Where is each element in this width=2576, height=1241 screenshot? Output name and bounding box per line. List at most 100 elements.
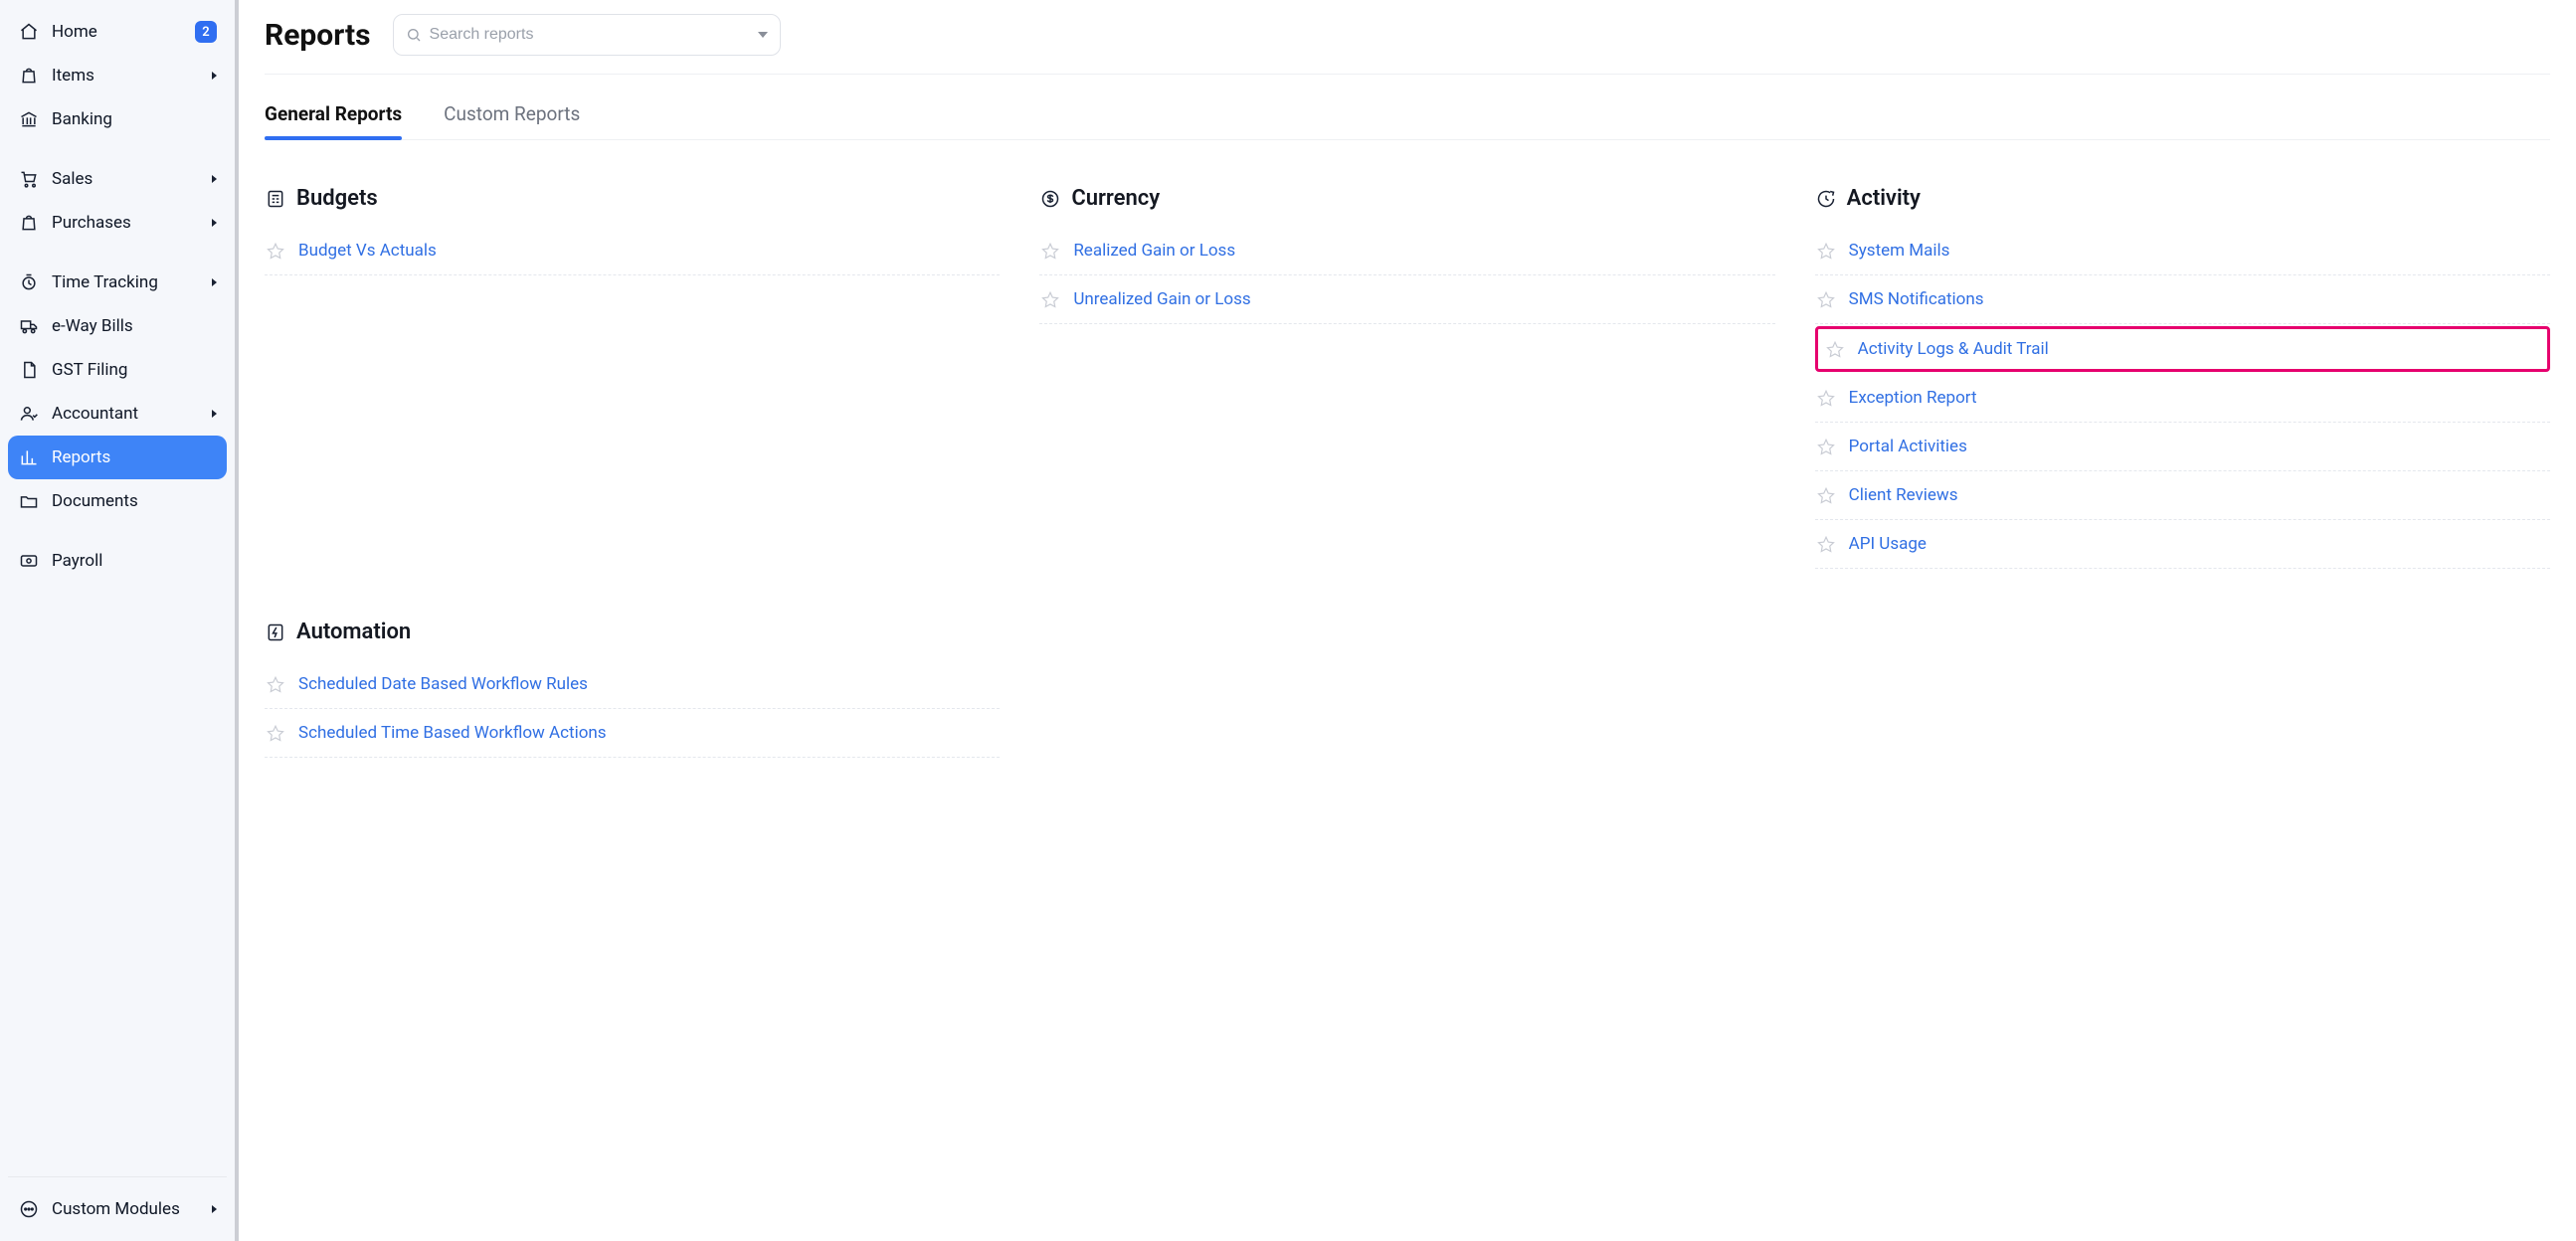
chevron-right-icon: [212, 175, 217, 183]
report-link-activity-logs[interactable]: Activity Logs & Audit Trail: [1858, 339, 2049, 359]
bar-chart-icon: [18, 446, 40, 468]
section-title: Activity: [1847, 186, 1921, 211]
sidebar-item-label: Documents: [52, 491, 217, 511]
sidebar-item-gst-filing[interactable]: GST Filing: [8, 348, 227, 392]
sidebar-item-time-tracking[interactable]: Time Tracking: [8, 261, 227, 304]
main-content: Reports General Reports Custom Reports: [239, 0, 2576, 1241]
section-automation: Automation Scheduled Date Based Workflow…: [265, 620, 1000, 758]
report-link[interactable]: SMS Notifications: [1849, 289, 1984, 309]
sidebar-item-label: Time Tracking: [52, 272, 212, 292]
search-input[interactable]: [430, 26, 750, 44]
sidebar-item-label: e-Way Bills: [52, 316, 217, 336]
report-link-row: SMS Notifications: [1815, 275, 2550, 324]
report-link-row: Portal Activities: [1815, 423, 2550, 471]
more-horizontal-icon: [18, 1198, 40, 1220]
sidebar-item-sales[interactable]: Sales: [8, 157, 227, 201]
chevron-down-icon[interactable]: [758, 32, 768, 38]
stopwatch-icon: [18, 271, 40, 293]
report-link-row-highlighted: Activity Logs & Audit Trail: [1815, 326, 2550, 372]
report-link[interactable]: Unrealized Gain or Loss: [1073, 289, 1250, 309]
clock-icon: [1815, 188, 1837, 210]
sidebar-item-label: Items: [52, 66, 212, 86]
star-icon[interactable]: [1817, 242, 1835, 260]
sidebar-item-custom-modules[interactable]: Custom Modules: [8, 1187, 227, 1231]
file-icon: [18, 359, 40, 381]
page-header: Reports: [265, 14, 2550, 75]
report-link[interactable]: Portal Activities: [1849, 437, 1967, 456]
report-link-row: Client Reviews: [1815, 471, 2550, 520]
star-icon[interactable]: [1041, 242, 1059, 260]
sidebar-item-label: Custom Modules: [52, 1199, 212, 1219]
sidebar-item-label: Home: [52, 22, 195, 42]
chevron-right-icon: [212, 410, 217, 418]
sidebar-item-reports[interactable]: Reports: [8, 436, 227, 479]
person-icon: [18, 403, 40, 425]
report-link[interactable]: Scheduled Date Based Workflow Rules: [298, 674, 588, 694]
sidebar: Home 2 Items Banking: [0, 0, 239, 1241]
section-title: Currency: [1071, 186, 1160, 211]
bag-icon: [18, 65, 40, 87]
search-icon: [406, 27, 422, 43]
report-link[interactable]: Realized Gain or Loss: [1073, 241, 1235, 261]
report-link-row: Exception Report: [1815, 374, 2550, 423]
sidebar-item-label: Sales: [52, 169, 212, 189]
sidebar-item-label: Banking: [52, 109, 217, 129]
tab-general-reports[interactable]: General Reports: [265, 96, 402, 139]
sidebar-item-label: Purchases: [52, 213, 212, 233]
folder-icon: [18, 490, 40, 512]
star-icon[interactable]: [1817, 535, 1835, 553]
search-reports[interactable]: [393, 14, 781, 56]
dollar-icon: [1039, 188, 1061, 210]
bolt-icon: [265, 621, 286, 643]
report-link-row: Realized Gain or Loss: [1039, 227, 1774, 275]
star-icon[interactable]: [267, 242, 284, 260]
sidebar-item-payroll[interactable]: Payroll: [8, 539, 227, 583]
star-icon[interactable]: [1041, 290, 1059, 308]
report-link[interactable]: API Usage: [1849, 534, 1927, 554]
report-link[interactable]: Exception Report: [1849, 388, 1977, 408]
basket-icon: [18, 212, 40, 234]
star-icon[interactable]: [267, 724, 284, 742]
money-icon: [18, 550, 40, 572]
tab-custom-reports[interactable]: Custom Reports: [444, 96, 580, 139]
report-link[interactable]: System Mails: [1849, 241, 1950, 261]
section-activity: Activity System Mails SMS Notifications: [1815, 186, 2550, 569]
star-icon[interactable]: [1817, 389, 1835, 407]
sidebar-item-label: Reports: [52, 447, 217, 467]
report-link[interactable]: Scheduled Time Based Workflow Actions: [298, 723, 607, 743]
report-link[interactable]: Budget Vs Actuals: [298, 241, 437, 261]
sidebar-item-purchases[interactable]: Purchases: [8, 201, 227, 245]
section-budgets: Budgets Budget Vs Actuals: [265, 186, 1000, 275]
report-link-row: Scheduled Date Based Workflow Rules: [265, 660, 1000, 709]
report-link-row: Budget Vs Actuals: [265, 227, 1000, 275]
sidebar-item-documents[interactable]: Documents: [8, 479, 227, 523]
section-title: Budgets: [296, 186, 378, 211]
sidebar-item-home[interactable]: Home 2: [8, 10, 227, 54]
star-icon[interactable]: [267, 675, 284, 693]
sidebar-item-banking[interactable]: Banking: [8, 97, 227, 141]
star-icon[interactable]: [1826, 340, 1844, 358]
cart-icon: [18, 168, 40, 190]
sidebar-item-eway-bills[interactable]: e-Way Bills: [8, 304, 227, 348]
report-tabs: General Reports Custom Reports: [265, 75, 2550, 140]
truck-icon: [18, 315, 40, 337]
chevron-right-icon: [212, 219, 217, 227]
home-icon: [18, 21, 40, 43]
sidebar-item-items[interactable]: Items: [8, 54, 227, 97]
star-icon[interactable]: [1817, 438, 1835, 455]
report-link-row: System Mails: [1815, 227, 2550, 275]
section-title: Automation: [296, 620, 411, 644]
star-icon[interactable]: [1817, 290, 1835, 308]
sidebar-item-label: Accountant: [52, 404, 212, 424]
report-link-row: API Usage: [1815, 520, 2550, 569]
notification-badge: 2: [195, 21, 217, 43]
sidebar-item-accountant[interactable]: Accountant: [8, 392, 227, 436]
sidebar-item-label: Payroll: [52, 551, 217, 571]
chevron-right-icon: [212, 72, 217, 80]
report-link-row: Scheduled Time Based Workflow Actions: [265, 709, 1000, 758]
calculator-icon: [265, 188, 286, 210]
report-link[interactable]: Client Reviews: [1849, 485, 1958, 505]
bank-icon: [18, 108, 40, 130]
report-link-row: Unrealized Gain or Loss: [1039, 275, 1774, 324]
star-icon[interactable]: [1817, 486, 1835, 504]
